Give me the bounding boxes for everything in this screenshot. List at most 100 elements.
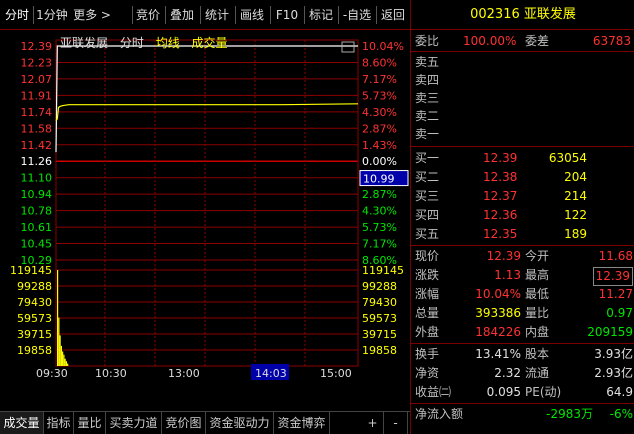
divider [411, 343, 634, 344]
time-tick-label: 15:00 [320, 367, 352, 380]
intraday-chart-svg[interactable]: 12.39 10.04% 12.23 8.60% 12.07 7.17% 11.91 5.73… [0, 30, 410, 410]
toolbar-mark-button[interactable]: 标记 [307, 5, 335, 25]
fundamental-value: 3.93亿 [594, 347, 633, 361]
price-tick-label: 11.58 [21, 122, 53, 135]
pct-tick-label: 0.00% [362, 155, 397, 168]
bid-volume: 122 [564, 208, 587, 222]
quote-stat-row: 涨跌 1.13 最高 12.39 [411, 267, 634, 286]
tab-remove-button[interactable]: - [384, 412, 408, 434]
tab-indicator[interactable]: 指标 [44, 412, 74, 434]
legend-avg-series: 均线 [155, 36, 180, 50]
divider [411, 403, 634, 404]
ask-label: 卖四 [415, 73, 440, 87]
bid-volume: 204 [564, 170, 587, 184]
bid-row: 买四 12.36 122 [411, 207, 634, 224]
toolbar-1min-button[interactable]: 1分钟 [35, 5, 69, 25]
pct-tick-label: 2.87% [362, 188, 397, 201]
bid-price: 12.35 [483, 227, 518, 241]
bid-volume: 214 [564, 189, 587, 203]
tab-fund-driver[interactable]: 资金驱动力 [206, 412, 274, 434]
quote-stat-row: 涨幅 10.04% 最低 11.27 [411, 286, 634, 303]
pct-tick-label: 4.30% [362, 205, 397, 218]
tab-volume[interactable]: 成交量 [0, 412, 44, 434]
tab-auction-chart[interactable]: 竞价图 [162, 412, 206, 434]
stat-label: 外盘 [415, 325, 440, 339]
fundamental-row: 收益㈡ 0.095 PE(动) 64.9 [411, 384, 634, 401]
ask-label: 卖三 [415, 91, 440, 105]
toolbar-divider [132, 6, 133, 24]
toolbar-divider [165, 6, 166, 24]
stat-value: 393386 [475, 306, 521, 320]
chart-settings-icon[interactable] [341, 41, 355, 53]
tab-add-button[interactable]: + [362, 412, 384, 434]
toolbar-divider [304, 6, 305, 24]
volume-bar [65, 361, 68, 366]
toolbar-divider [376, 6, 377, 24]
volume-tick-label-right: 99288 [362, 280, 397, 293]
ask-row: 卖一 [411, 126, 634, 143]
price-tick-label: 11.91 [21, 89, 53, 102]
time-tick-label: 14:03 [255, 367, 287, 380]
net-inflow-pct: -6% [609, 407, 633, 421]
volume-tick-label: 99288 [17, 280, 52, 293]
fundamental-label: 收益㈡ [415, 385, 452, 399]
ask-label: 卖一 [415, 127, 440, 141]
tab-fund-game[interactable]: 资金博弈 [274, 412, 330, 434]
price-tick-label: 10.94 [21, 188, 53, 201]
stat-label: 内盘 [525, 325, 550, 339]
volume-tick-label-right: 119145 [362, 264, 404, 277]
price-tick-label: 11.74 [21, 106, 53, 119]
volume-tick-label-right: 59573 [362, 312, 397, 325]
bid-label: 买三 [415, 189, 440, 203]
toolbar-overlay-button[interactable]: 叠加 [168, 5, 196, 25]
stat-label: 量比 [525, 306, 550, 320]
time-tick-label: 13:00 [168, 367, 200, 380]
bid-label: 买四 [415, 208, 440, 222]
toolbar-auction-button[interactable]: 竞价 [134, 5, 162, 25]
pct-tick-label: 7.17% [362, 238, 397, 251]
stat-label: 现价 [415, 249, 440, 263]
stat-value: 11.27 [598, 287, 633, 301]
stat-value: 0.97 [606, 306, 633, 320]
volume-tick-label: 59573 [17, 312, 52, 325]
indicator-tabs: 成交量 指标 量比 买卖力道 竞价图 资金驱动力 资金博弈 + - [0, 411, 410, 434]
toolbar-more-button[interactable]: 更多 > [72, 5, 112, 25]
tab-volume-ratio[interactable]: 量比 [74, 412, 106, 434]
time-tick-label: 10:30 [95, 367, 127, 380]
bid-volume: 189 [564, 227, 587, 241]
volume-tick-label: 119145 [10, 264, 52, 277]
toolbar-divider [200, 6, 201, 24]
legend-volume-series: 成交量 [191, 36, 228, 50]
intraday-chart[interactable]: 12.39 10.04% 12.23 8.60% 12.07 7.17% 11.91 5.73… [0, 30, 410, 410]
net-inflow-value: -2983万 [546, 407, 593, 421]
tab-buy-sell-force[interactable]: 买卖力道 [106, 412, 162, 434]
volume-bar [59, 335, 61, 366]
stat-label: 最高 [525, 268, 550, 282]
bid-price: 12.37 [483, 189, 518, 203]
ask-row: 卖四 [411, 72, 634, 89]
toolbar-intraday-button[interactable]: 分时 [2, 5, 32, 25]
order-diff-value: 63783 [592, 34, 631, 48]
fundamental-label: 股本 [525, 347, 550, 361]
toolbar-draw-button[interactable]: 画线 [238, 5, 266, 25]
toolbar-stats-button[interactable]: 统计 [203, 5, 231, 25]
bid-row: 买二 12.38 204 [411, 169, 634, 186]
bid-price: 12.39 [483, 151, 518, 165]
toolbar-f10-button[interactable]: F10 [273, 5, 301, 25]
fundamental-value: 13.41% [475, 347, 521, 361]
toolbar-divider [270, 6, 271, 24]
net-inflow-row[interactable]: 净流入额 -2983万 -6% [411, 406, 634, 423]
fundamental-value: 2.93亿 [594, 366, 633, 380]
chart-toolbar: 分时 1分钟 更多 > 竞价 叠加 统计 画线 F10 标记 -自选 返回 [0, 0, 410, 30]
volume-bar [62, 351, 64, 366]
volume-bar [58, 317, 60, 366]
divider [411, 146, 634, 147]
toolbar-watchlist-button[interactable]: -自选 [340, 5, 374, 25]
toolbar-divider [235, 6, 236, 24]
quote-panel: 002316 亚联发展 委比 100.00% 委差 63783 卖五 卖四 卖三… [410, 0, 634, 434]
toolbar-back-button[interactable]: 返回 [379, 5, 407, 25]
volume-tick-label-right: 19858 [362, 344, 397, 357]
chart-frame [55, 39, 359, 367]
volume-tick-label: 79430 [17, 296, 52, 309]
stock-code-name: 002316 亚联发展 [411, 0, 634, 30]
